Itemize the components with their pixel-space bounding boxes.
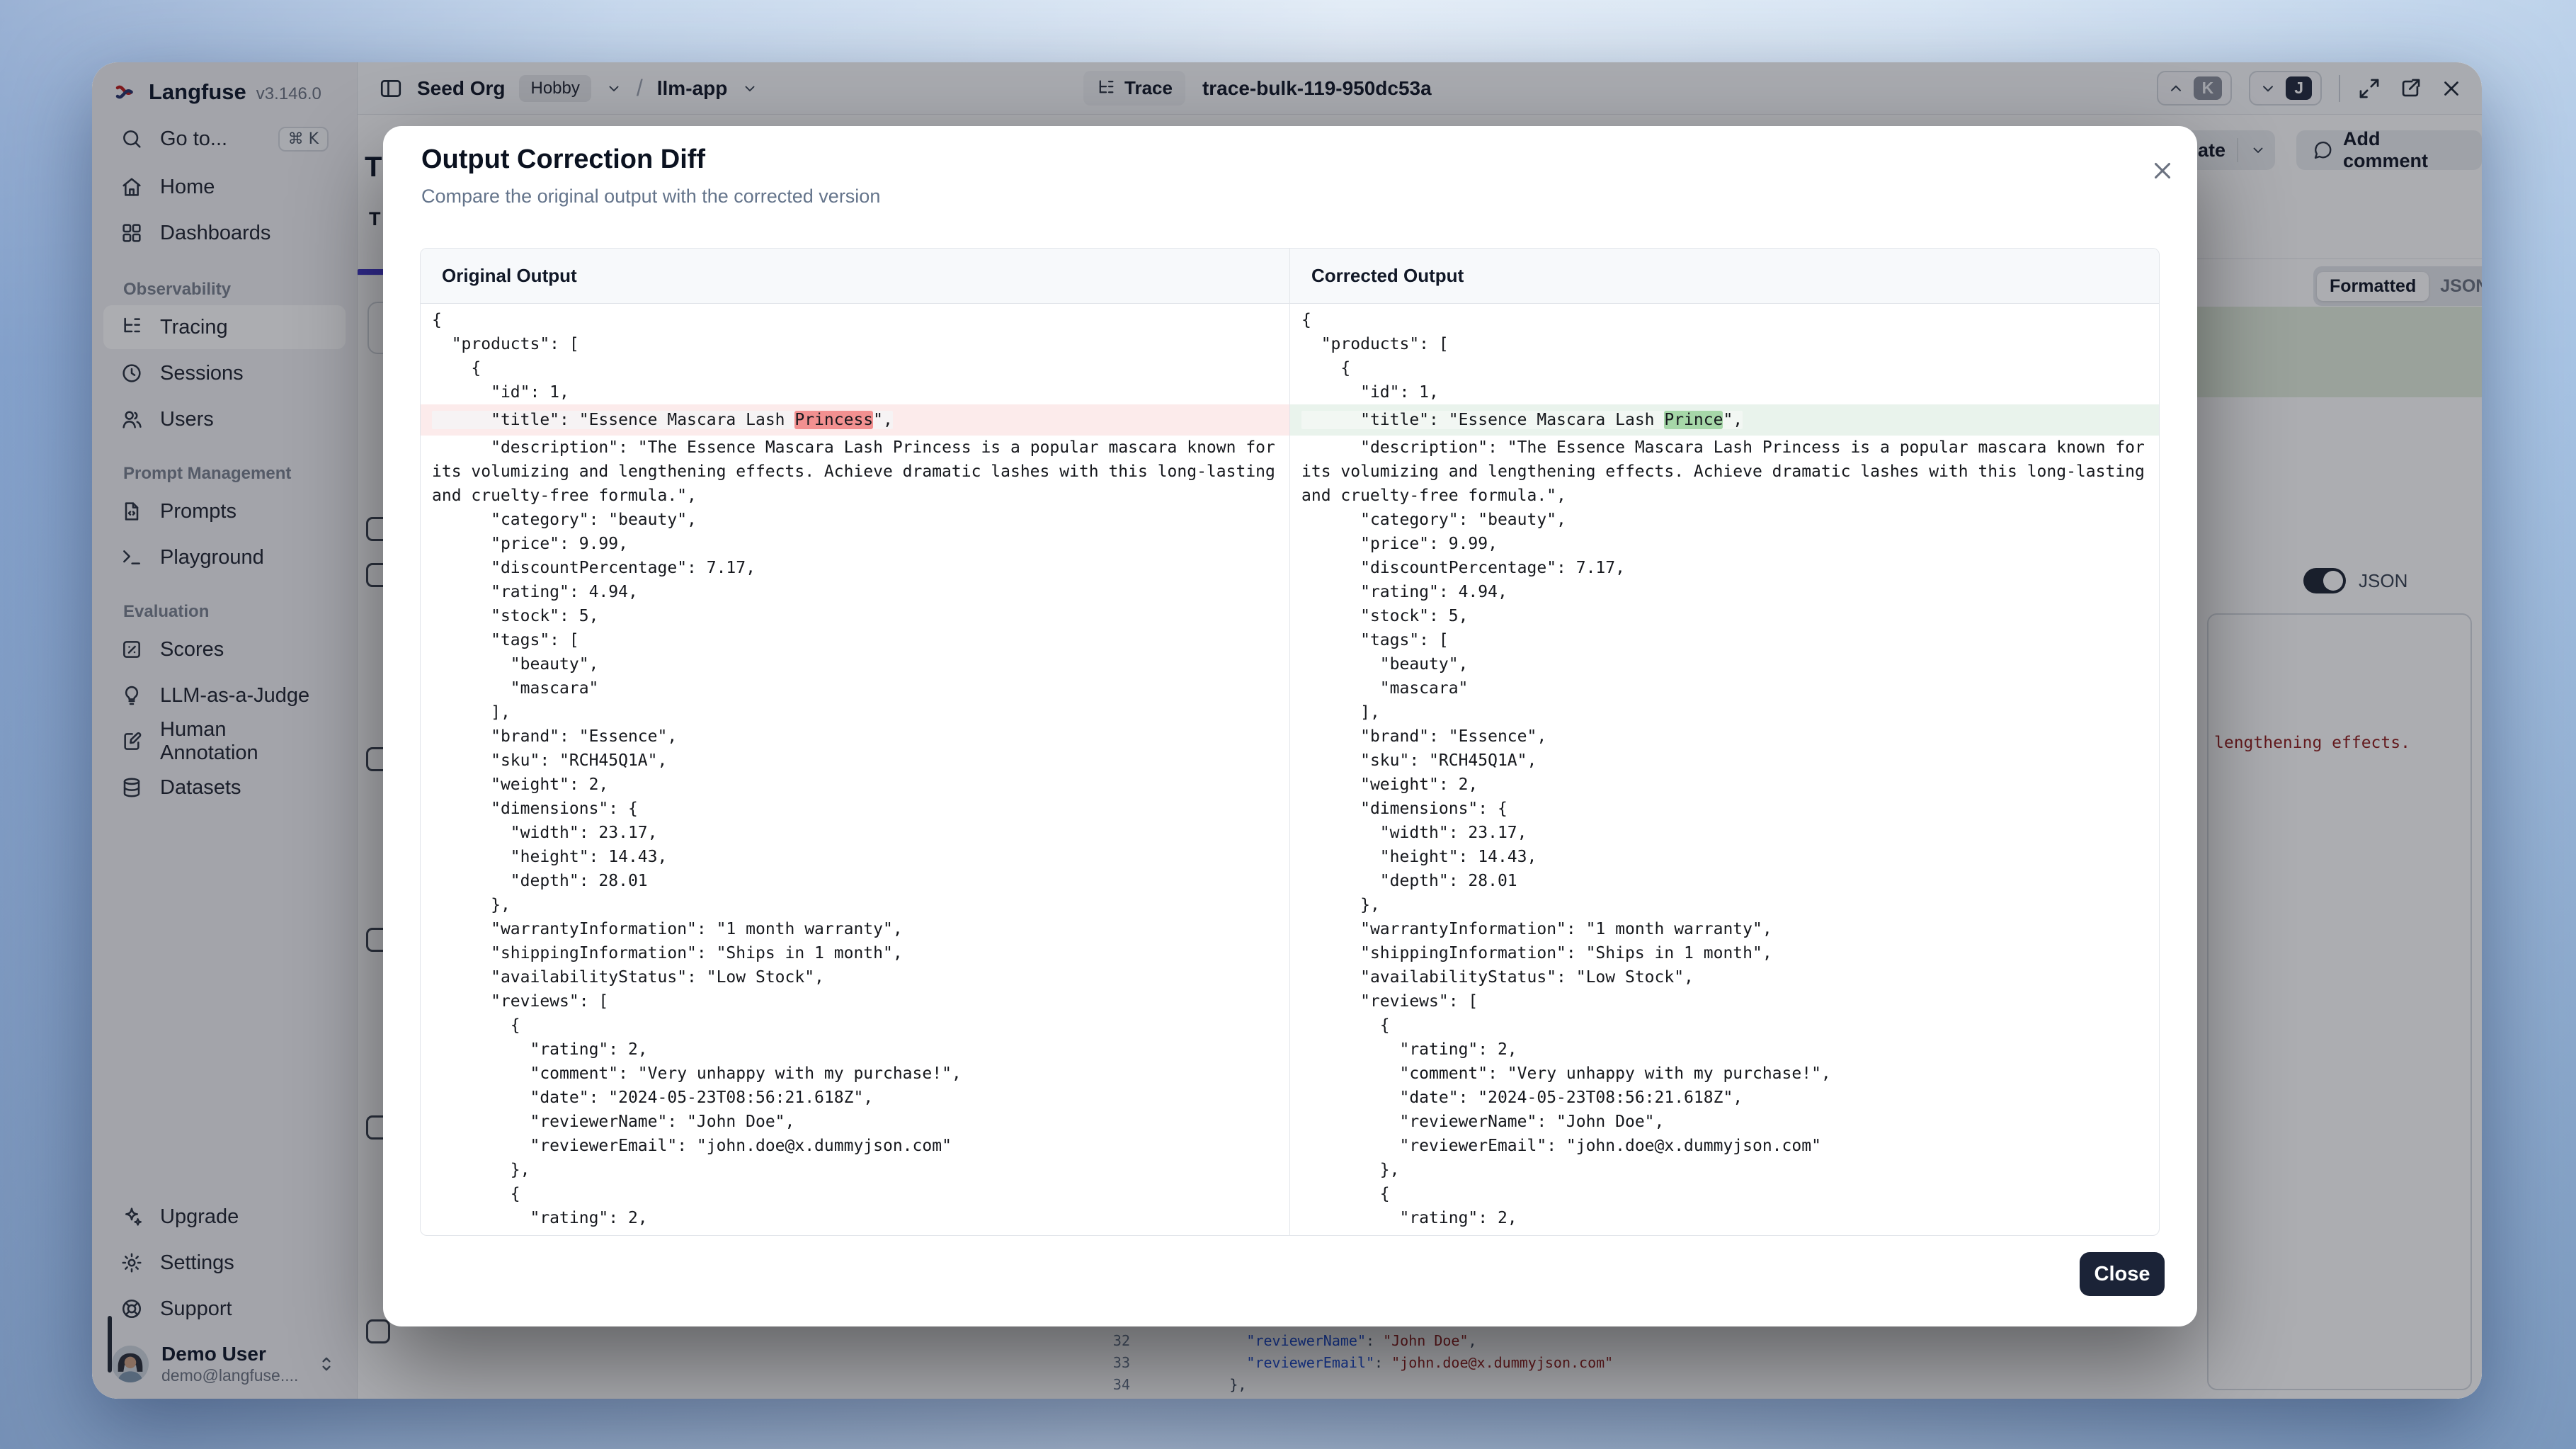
code-line: "date": "2024-05-23T08:56:21.618Z", — [1301, 1086, 2148, 1110]
code-line: "reviews": [ — [432, 989, 1278, 1013]
code-line: "id": 1, — [1301, 380, 2148, 404]
original-output-header: Original Output — [421, 249, 1289, 303]
code-line: "rating": 2, — [1301, 1206, 2148, 1230]
code-line: "reviewerName": "John Doe", — [432, 1110, 1278, 1134]
code-line: "beauty", — [1301, 652, 2148, 676]
code-line: }, — [1301, 893, 2148, 917]
code-line: { — [1301, 1013, 2148, 1038]
code-line: "description": "The Essence Mascara Lash… — [432, 436, 1278, 508]
code-line: { — [1301, 356, 2148, 380]
code-line: "warrantyInformation": "1 month warranty… — [432, 917, 1278, 941]
code-line: "depth": 28.01 — [1301, 869, 2148, 893]
code-line: "depth": 28.01 — [432, 869, 1278, 893]
code-line: { — [432, 1182, 1278, 1206]
code-line: ], — [432, 700, 1278, 724]
output-correction-diff-modal: Output Correction Diff Compare the origi… — [383, 126, 2197, 1326]
code-line: "availabilityStatus": "Low Stock", — [1301, 965, 2148, 989]
code-line: "tags": [ — [432, 628, 1278, 652]
code-line: "reviewerName": "John Doe", — [1301, 1110, 2148, 1134]
code-line: "sku": "RCH45Q1A", — [432, 749, 1278, 773]
corrected-output-header: Corrected Output — [1289, 249, 2159, 303]
diff-changed-word: Princess — [794, 411, 873, 429]
code-line: "category": "beauty", — [1301, 508, 2148, 532]
code-line: "warrantyInformation": "1 month warranty… — [1301, 917, 2148, 941]
diff-line-added: "title": "Essence Mascara Lash Prince", — [1290, 404, 2159, 436]
code-line: "date": "2024-05-23T08:56:21.618Z", — [432, 1086, 1278, 1110]
code-line: "dimensions": { — [432, 797, 1278, 821]
close-button[interactable]: Close — [2080, 1252, 2165, 1296]
code-line: }, — [432, 893, 1278, 917]
code-line: { — [1301, 1182, 2148, 1206]
code-line: { — [432, 356, 1278, 380]
modal-subtitle: Compare the original output with the cor… — [421, 186, 880, 208]
code-line: "shippingInformation": "Ships in 1 month… — [432, 941, 1278, 965]
diff-table: Original Output Corrected Output { "prod… — [420, 248, 2160, 1236]
code-line: "products": [ — [432, 332, 1278, 356]
modal-title: Output Correction Diff — [421, 144, 705, 175]
code-line: "products": [ — [1301, 332, 2148, 356]
code-line: "brand": "Essence", — [432, 724, 1278, 749]
code-line: "category": "beauty", — [432, 508, 1278, 532]
code-line: "price": 9.99, — [1301, 532, 2148, 556]
diff-changed-word: Prince — [1664, 411, 1723, 429]
code-line: "comment": "Very unhappy with my purchas… — [432, 1062, 1278, 1086]
code-line: "dimensions": { — [1301, 797, 2148, 821]
code-line: "reviewerEmail": "john.doe@x.dummyjson.c… — [432, 1134, 1278, 1158]
code-line: "discountPercentage": 7.17, — [432, 556, 1278, 580]
code-line: "stock": 5, — [432, 604, 1278, 628]
code-line: "width": 23.17, — [432, 821, 1278, 845]
corrected-output-pane[interactable]: { "products": [ { "id": 1, "title": "Ess… — [1289, 304, 2159, 1235]
code-line: "brand": "Essence", — [1301, 724, 2148, 749]
code-line: }, — [1301, 1158, 2148, 1182]
code-line: "id": 1, — [432, 380, 1278, 404]
code-line: "price": 9.99, — [432, 532, 1278, 556]
code-line: { — [432, 308, 1278, 332]
code-line: "beauty", — [432, 652, 1278, 676]
modal-close-icon[interactable] — [2149, 157, 2176, 184]
code-line: "weight": 2, — [1301, 773, 2148, 797]
code-line: "rating": 2, — [1301, 1038, 2148, 1062]
code-line: "rating": 4.94, — [432, 580, 1278, 604]
code-line: "comment": "Very unhappy with my purchas… — [1301, 1062, 2148, 1086]
code-line: "availabilityStatus": "Low Stock", — [432, 965, 1278, 989]
code-line: "rating": 2, — [432, 1038, 1278, 1062]
diff-body: { "products": [ { "id": 1, "title": "Ess… — [421, 304, 2159, 1235]
code-line: "description": "The Essence Mascara Lash… — [1301, 436, 2148, 508]
code-line: "sku": "RCH45Q1A", — [1301, 749, 2148, 773]
code-line: "height": 14.43, — [432, 845, 1278, 869]
code-line: "weight": 2, — [432, 773, 1278, 797]
code-line: "mascara" — [1301, 676, 2148, 700]
code-line: "rating": 4.94, — [1301, 580, 2148, 604]
code-line: { — [1301, 308, 2148, 332]
code-line: "rating": 2, — [432, 1206, 1278, 1230]
code-line: "reviews": [ — [1301, 989, 2148, 1013]
diff-line-removed: "title": "Essence Mascara Lash Princess"… — [421, 404, 1289, 436]
code-line: "shippingInformation": "Ships in 1 month… — [1301, 941, 2148, 965]
code-line: "mascara" — [432, 676, 1278, 700]
code-line: }, — [432, 1158, 1278, 1182]
code-line: { — [432, 1013, 1278, 1038]
original-output-pane[interactable]: { "products": [ { "id": 1, "title": "Ess… — [421, 304, 1289, 1235]
code-line: "discountPercentage": 7.17, — [1301, 556, 2148, 580]
diff-header-row: Original Output Corrected Output — [421, 249, 2159, 304]
code-line: "tags": [ — [1301, 628, 2148, 652]
code-line: "reviewerEmail": "john.doe@x.dummyjson.c… — [1301, 1134, 2148, 1158]
code-line: ], — [1301, 700, 2148, 724]
app-window: Langfuse v3.146.0 Go to... ⌘ K HomeDashb… — [92, 62, 2482, 1399]
code-line: "width": 23.17, — [1301, 821, 2148, 845]
code-line: "height": 14.43, — [1301, 845, 2148, 869]
code-line: "stock": 5, — [1301, 604, 2148, 628]
